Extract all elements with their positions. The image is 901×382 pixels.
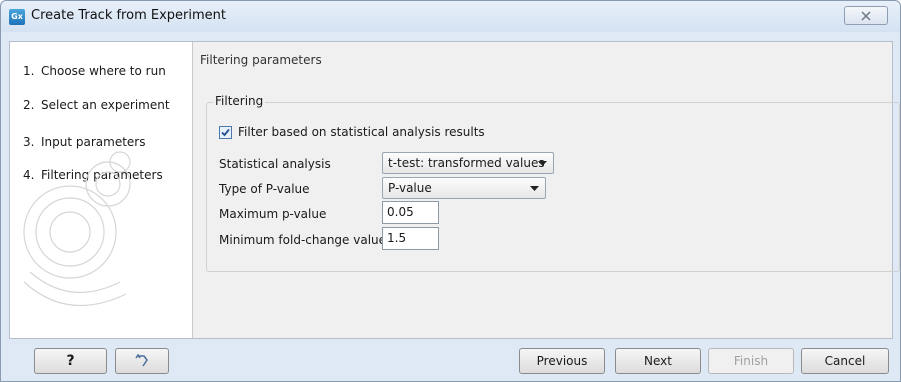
finish-button[interactable]: Finish <box>708 348 794 374</box>
p-value-type-select[interactable]: P-value <box>382 177 546 199</box>
help-button-label: ? <box>66 353 75 369</box>
help-button[interactable]: ? <box>34 348 107 374</box>
max-p-value-label: Maximum p-value <box>219 207 327 221</box>
statistical-analysis-select[interactable]: t-test: transformed values <box>382 152 554 174</box>
step-number: 2. <box>23 98 35 112</box>
statistical-analysis-value: t-test: transformed values <box>388 156 545 170</box>
chevron-down-icon <box>530 186 539 191</box>
step-choose-where-to-run: 1. Choose where to run <box>23 64 166 78</box>
cancel-button[interactable]: Cancel <box>801 348 889 374</box>
filter-checkbox-label: Filter based on statistical analysis res… <box>238 125 485 139</box>
content-panel: Filtering parameters Filtering Filter ba… <box>194 42 900 338</box>
p-value-type-label: Type of P-value <box>219 182 310 196</box>
close-button[interactable] <box>844 6 888 25</box>
section-title: Filtering parameters <box>200 53 322 67</box>
reset-arrow-icon <box>135 353 148 367</box>
min-fold-change-label: Minimum fold-change value <box>219 233 387 247</box>
gx-app-icon: Gx <box>9 9 25 25</box>
dialog-window: Gx Create Track from Experiment 1. Choose… <box>0 0 901 382</box>
dna-watermark-icon <box>23 151 131 307</box>
next-button[interactable]: Next <box>615 348 701 374</box>
close-icon <box>861 10 871 21</box>
step-select-experiment: 2. Select an experiment <box>23 98 170 112</box>
window-title: Create Track from Experiment <box>31 8 226 23</box>
dialog-body: 1. Choose where to run 2. Select an experi… <box>9 41 900 339</box>
statistical-analysis-label: Statistical analysis <box>219 157 331 171</box>
previous-button[interactable]: Previous <box>519 348 605 374</box>
chevron-down-icon <box>538 161 547 166</box>
group-label: Filtering <box>213 94 266 108</box>
p-value-type-value: P-value <box>388 181 432 195</box>
filtering-group: Filtering Filter based on statistical an… <box>206 94 900 272</box>
step-label: Select an experiment <box>41 98 170 112</box>
filter-checkbox[interactable] <box>219 125 232 139</box>
title-bar: Gx Create Track from Experiment <box>1 1 900 32</box>
reset-button[interactable] <box>115 348 169 374</box>
step-number: 1. <box>23 64 35 78</box>
filter-checkbox-row[interactable]: Filter based on statistical analysis res… <box>219 125 485 139</box>
checkmark-icon <box>221 128 230 136</box>
min-fold-change-input[interactable]: 1.5 <box>382 227 439 250</box>
step-label: Choose where to run <box>41 64 166 78</box>
max-p-value-input[interactable]: 0.05 <box>382 201 439 224</box>
wizard-steps-panel: 1. Choose where to run 2. Select an experi… <box>10 42 193 338</box>
